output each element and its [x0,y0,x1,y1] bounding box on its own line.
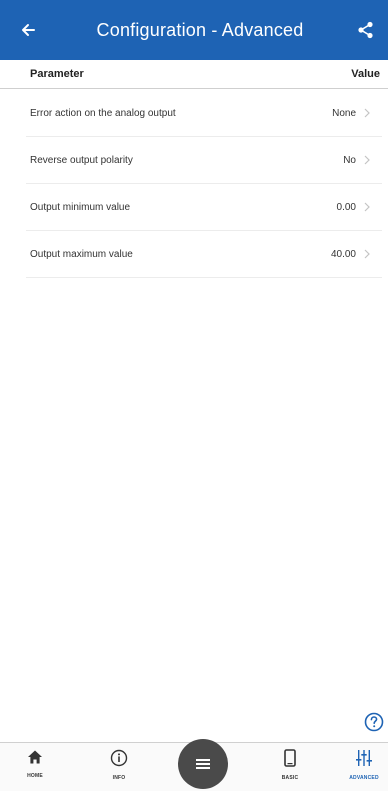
share-icon [358,21,373,39]
nav-item-info[interactable]: INFO [97,749,141,781]
chevron-right-icon [362,248,372,260]
app-bar: Configuration - Advanced [0,0,388,60]
parameter-label: Output maximum value [30,248,133,260]
parameter-row-output-max[interactable]: Output maximum value 40.00 [26,231,382,278]
help-icon [364,712,384,732]
parameter-value: 0.00 [336,201,356,213]
nav-item-advanced[interactable]: ADVANCED [342,749,386,781]
parameter-label: Output minimum value [30,201,131,213]
chevron-right-icon [362,107,372,119]
phone-icon [284,749,296,767]
parameter-label: Error action on the analog output [30,107,176,119]
nav-label-info: INFO [112,775,126,781]
parameter-row-output-min[interactable]: Output minimum value 0.00 [26,184,382,231]
parameter-value: 40.00 [330,248,356,260]
nav-item-home[interactable]: HOME [13,749,57,779]
nav-item-basic[interactable]: BASIC [268,749,312,781]
column-header-parameter: Parameter [30,68,84,80]
info-icon [110,749,128,767]
parameter-list: Error action on the analog output None R… [26,90,382,278]
table-header: Parameter Value [0,60,388,89]
nav-label-basic: BASIC [281,775,299,781]
nav-label-home: HOME [27,773,43,779]
parameter-label: Reverse output polarity [30,154,133,166]
chevron-right-icon [362,154,372,166]
page-title: Configuration - Advanced [96,19,304,40]
parameter-row-reverse-polarity[interactable]: Reverse output polarity No [26,137,382,184]
column-header-value: Value [351,68,380,80]
parameter-value: None [332,107,356,119]
chevron-right-icon [362,201,372,213]
screen: Configuration - Advanced Parameter Value… [0,0,388,790]
parameter-value: No [343,154,356,166]
menu-icon [196,759,210,769]
bottom-navigation: HOME INFO BASIC ADVANCED [0,739,388,791]
parameter-row-error-action[interactable]: Error action on the analog output None [26,90,382,137]
home-icon [28,750,42,764]
arrow-left-icon [22,24,35,36]
back-button[interactable] [0,0,56,60]
menu-button[interactable] [178,739,228,789]
sliders-icon [356,750,372,766]
help-button[interactable] [364,712,384,732]
share-button[interactable] [344,0,388,60]
nav-label-advanced: ADVANCED [349,775,379,781]
